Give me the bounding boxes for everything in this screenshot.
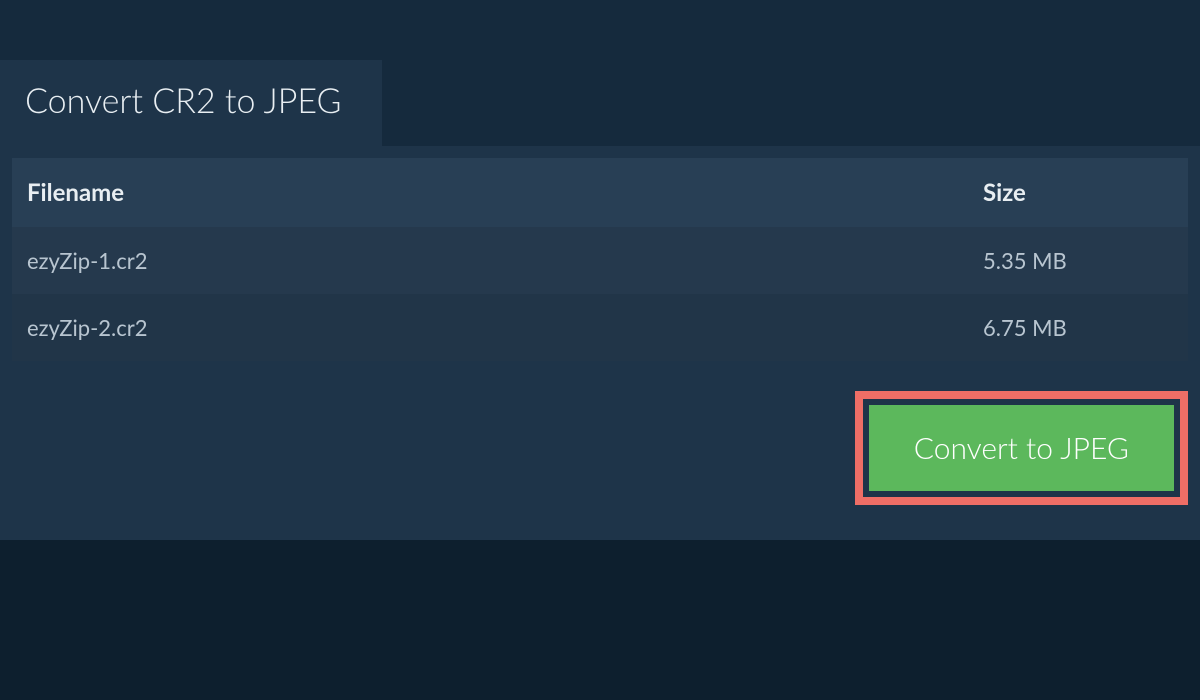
- content-panel: Filename Size ezyZip-1.cr2 5.35 MB ezyZi…: [0, 146, 1200, 540]
- tab-title: Convert CR2 to JPEG: [25, 80, 342, 121]
- column-header-filename: Filename: [12, 158, 968, 227]
- cell-size: 5.35 MB: [968, 227, 1188, 294]
- convert-button-highlight: Convert to JPEG: [855, 391, 1188, 505]
- cell-size: 6.75 MB: [968, 294, 1188, 361]
- tab-convert[interactable]: Convert CR2 to JPEG: [0, 60, 382, 146]
- column-header-size: Size: [968, 158, 1188, 227]
- tab-container: Convert CR2 to JPEG: [0, 0, 1200, 146]
- cell-filename: ezyZip-1.cr2: [12, 227, 968, 294]
- page-container: Convert CR2 to JPEG Filename Size ezyZip…: [0, 0, 1200, 540]
- table-header-row: Filename Size: [12, 158, 1188, 227]
- convert-button[interactable]: Convert to JPEG: [869, 405, 1174, 491]
- file-table: Filename Size ezyZip-1.cr2 5.35 MB ezyZi…: [12, 158, 1188, 361]
- convert-button-label: Convert to JPEG: [914, 430, 1129, 466]
- button-container: Convert to JPEG: [12, 361, 1188, 505]
- table-row: ezyZip-2.cr2 6.75 MB: [12, 294, 1188, 361]
- cell-filename: ezyZip-2.cr2: [12, 294, 968, 361]
- table-row: ezyZip-1.cr2 5.35 MB: [12, 227, 1188, 294]
